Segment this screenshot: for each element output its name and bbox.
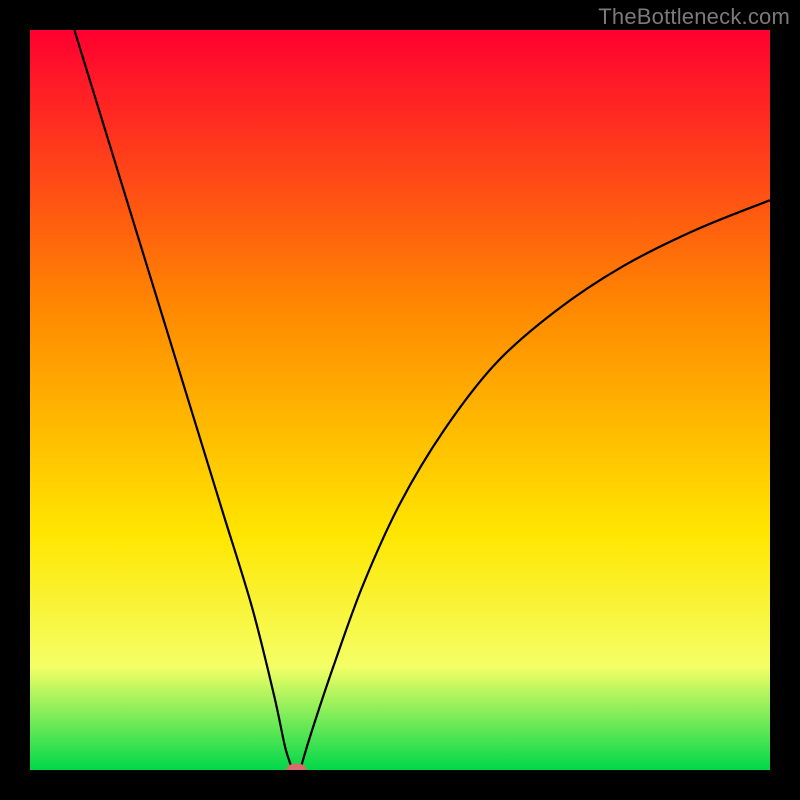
gradient-background <box>30 30 770 770</box>
bottleneck-chart <box>30 30 770 770</box>
watermark-text: TheBottleneck.com <box>598 4 790 30</box>
chart-frame <box>30 30 770 770</box>
